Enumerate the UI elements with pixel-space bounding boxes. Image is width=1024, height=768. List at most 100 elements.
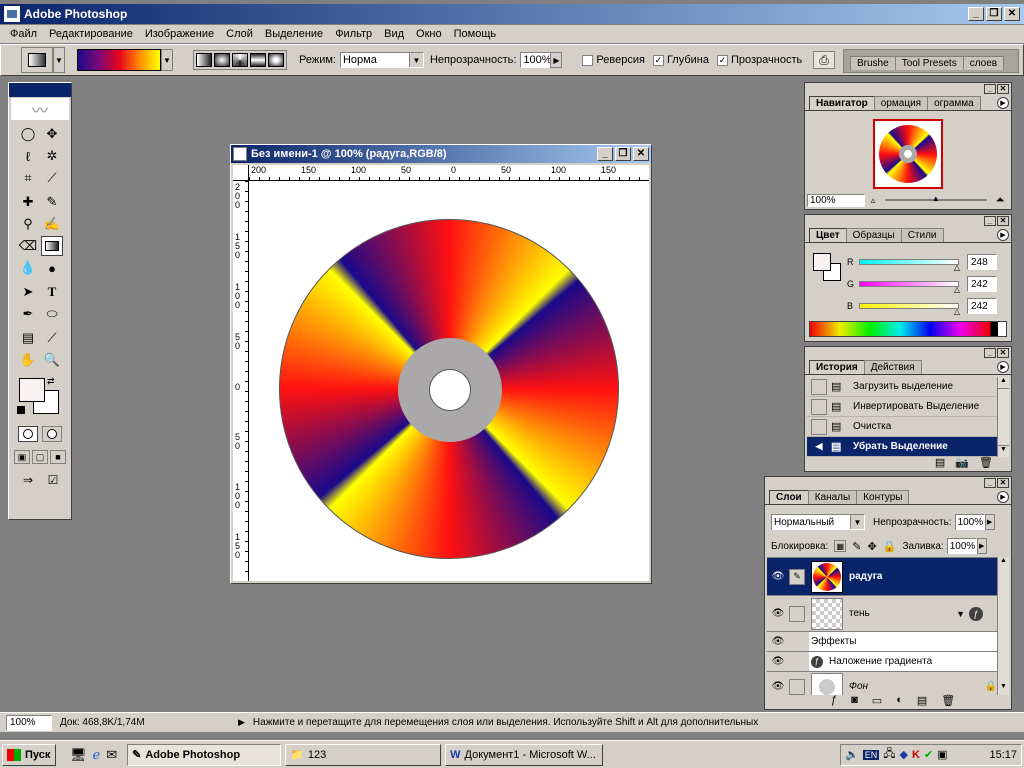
layers-scroll-up-icon[interactable]: ▲ (998, 557, 1009, 569)
green-slider[interactable]: △ (859, 281, 960, 294)
document-minimize-icon[interactable]: _ (597, 147, 613, 161)
history-source-box[interactable] (811, 378, 827, 395)
layer-visibility-eye-icon[interactable]: 👁 (767, 681, 789, 692)
layers-minimize-icon[interactable]: _ (984, 478, 996, 488)
standard-mode-icon[interactable] (18, 426, 38, 442)
history-source-box[interactable] (811, 418, 827, 435)
marquee-tool-icon[interactable]: ◯ (17, 124, 39, 144)
menu-edit[interactable]: Редактирование (43, 28, 139, 40)
display-settings-icon[interactable]: ▣ (937, 748, 947, 761)
jump-to-imageready-icon[interactable]: ⇒ (17, 472, 39, 488)
dither-checkbox[interactable]: ✓ Глубина (652, 54, 709, 66)
tab-history[interactable]: История (809, 360, 865, 374)
layers-menu-icon[interactable]: ▶ (997, 491, 1009, 503)
layer-visibility-eye-icon[interactable]: 👁 (767, 571, 789, 582)
history-minimize-icon[interactable]: _ (984, 348, 996, 358)
task-word[interactable]: W Документ1 - Microsoft W... (445, 743, 604, 766)
imageready-icon[interactable]: ☑ (43, 472, 63, 488)
status-zoom-input[interactable]: 100% (6, 714, 52, 731)
lock-all-icon[interactable]: 🔒 (883, 540, 897, 553)
new-snapshot-icon[interactable]: 📷 (955, 456, 969, 469)
blend-mode-select[interactable]: Нормальный ▼ (771, 514, 865, 530)
menu-window[interactable]: Окно (410, 28, 448, 40)
zoom-slider-thumb-icon[interactable]: ▲ (932, 194, 940, 203)
blue-slider[interactable]: △ (859, 303, 960, 316)
menu-view[interactable]: Вид (378, 28, 410, 40)
path-selection-tool-icon[interactable]: ➤ (17, 282, 39, 302)
gradient-swatch[interactable] (77, 49, 161, 71)
show-desktop-icon[interactable]: 🖥 (70, 747, 87, 763)
tab-color[interactable]: Цвет (809, 228, 847, 242)
diamond-gradient-icon[interactable] (268, 53, 284, 67)
zoom-tool-icon[interactable]: 🔍 (41, 350, 63, 370)
new-document-from-state-icon[interactable]: ▤ (935, 456, 945, 469)
gradient-dropdown-arrow-icon[interactable]: ▼ (161, 49, 173, 71)
menu-image[interactable]: Изображение (139, 28, 220, 40)
green-slider-thumb-icon[interactable]: △ (954, 285, 960, 294)
horizontal-ruler[interactable]: 200 150 100 50 0 50 100 150 (249, 165, 649, 181)
document-close-icon[interactable]: ✕ (633, 147, 649, 161)
antivirus-icon[interactable]: K (912, 749, 920, 761)
foreground-color-swatch[interactable] (19, 378, 45, 402)
lock-transparency-icon[interactable]: ▦ (834, 540, 847, 552)
tab-layers[interactable]: Слои (769, 490, 809, 504)
scroll-down-icon[interactable]: ▼ (998, 445, 1009, 457)
file-browser-icon[interactable]: ⎙ (813, 51, 835, 69)
navigator-minimize-icon[interactable]: _ (984, 84, 996, 94)
opacity-input[interactable]: 100% (520, 52, 552, 68)
radial-gradient-icon[interactable] (214, 53, 230, 67)
blue-slider-thumb-icon[interactable]: △ (954, 307, 960, 316)
internet-explorer-icon[interactable]: ℯ (93, 747, 101, 763)
history-menu-icon[interactable]: ▶ (997, 361, 1009, 373)
effects-row[interactable]: 👁 Эффекты (767, 632, 997, 652)
close-icon[interactable]: ✕ (1004, 7, 1020, 21)
navigator-zoom-slider[interactable]: ▲ (885, 194, 987, 203)
tab-channels[interactable]: Каналы (807, 490, 858, 504)
rainbow-disc[interactable] (279, 219, 619, 559)
add-layer-mask-icon[interactable]: ◙ (851, 694, 858, 707)
red-slider-thumb-icon[interactable]: △ (954, 263, 960, 272)
tab-histogram[interactable]: ограмма (927, 96, 981, 110)
tab-paths[interactable]: Контуры (856, 490, 910, 504)
gradient-tool-icon[interactable] (41, 236, 63, 256)
lock-pixels-icon[interactable]: ✎ (852, 540, 861, 553)
layers-close-icon[interactable]: ✕ (997, 478, 1009, 488)
gradient-overlay-eye-icon[interactable]: 👁 (767, 656, 789, 667)
lock-position-icon[interactable]: ✥ (868, 540, 877, 553)
menu-help[interactable]: Помощь (448, 28, 503, 40)
reflected-gradient-icon[interactable] (250, 53, 266, 67)
start-button[interactable]: Пуск (2, 743, 56, 766)
menu-filter[interactable]: Фильтр (329, 28, 378, 40)
menu-file[interactable]: Файл (4, 28, 43, 40)
layers-scroll-down-icon[interactable]: ▼ (998, 683, 1009, 695)
minimize-icon[interactable]: _ (968, 7, 984, 21)
history-state-marker-icon[interactable]: ◀ (811, 439, 827, 455)
standard-screen-mode-icon[interactable]: ▣ (14, 450, 30, 464)
hand-tool-icon[interactable]: ✋ (17, 350, 39, 370)
red-value-input[interactable]: 248 (967, 254, 997, 270)
effects-visibility-eye-icon[interactable]: 👁 (767, 636, 789, 647)
color-close-icon[interactable]: ✕ (997, 216, 1009, 226)
task-folder-123[interactable]: 📁 123 (285, 743, 442, 766)
volume-icon[interactable]: 🔈 (845, 748, 859, 761)
blue-value-input[interactable]: 242 (967, 298, 997, 314)
quick-mask-mode-icon[interactable] (42, 426, 62, 442)
swap-colors-icon[interactable]: ⇄ (47, 376, 55, 387)
history-source-box[interactable] (811, 398, 827, 415)
opacity-arrow-icon[interactable]: ▶ (550, 52, 563, 68)
delete-layer-icon[interactable]: 🗑 (941, 694, 955, 707)
full-screen-menu-mode-icon[interactable]: ▢ (32, 450, 48, 464)
tray-tool-icon[interactable]: ✔ (924, 748, 933, 761)
brush-tool-icon[interactable]: ✎ (41, 192, 63, 212)
history-item[interactable]: ▤ Инвертировать Выделение (807, 397, 999, 417)
tab-info[interactable]: ормация (873, 96, 929, 110)
gradient-overlay-row[interactable]: 👁 ƒ Наложение градиента (767, 652, 997, 672)
red-slider[interactable]: △ (859, 259, 960, 272)
tray-app-icon[interactable]: ◆ (899, 748, 907, 761)
layer-link-box[interactable] (789, 605, 805, 622)
mode-select[interactable]: Норма ▼ (339, 52, 424, 68)
reverse-check-box[interactable] (582, 54, 594, 66)
slice-tool-icon[interactable]: ⟋ (41, 168, 63, 188)
tab-styles[interactable]: Стили (900, 228, 944, 242)
well-tab-brushes[interactable]: Brushe (850, 56, 896, 70)
